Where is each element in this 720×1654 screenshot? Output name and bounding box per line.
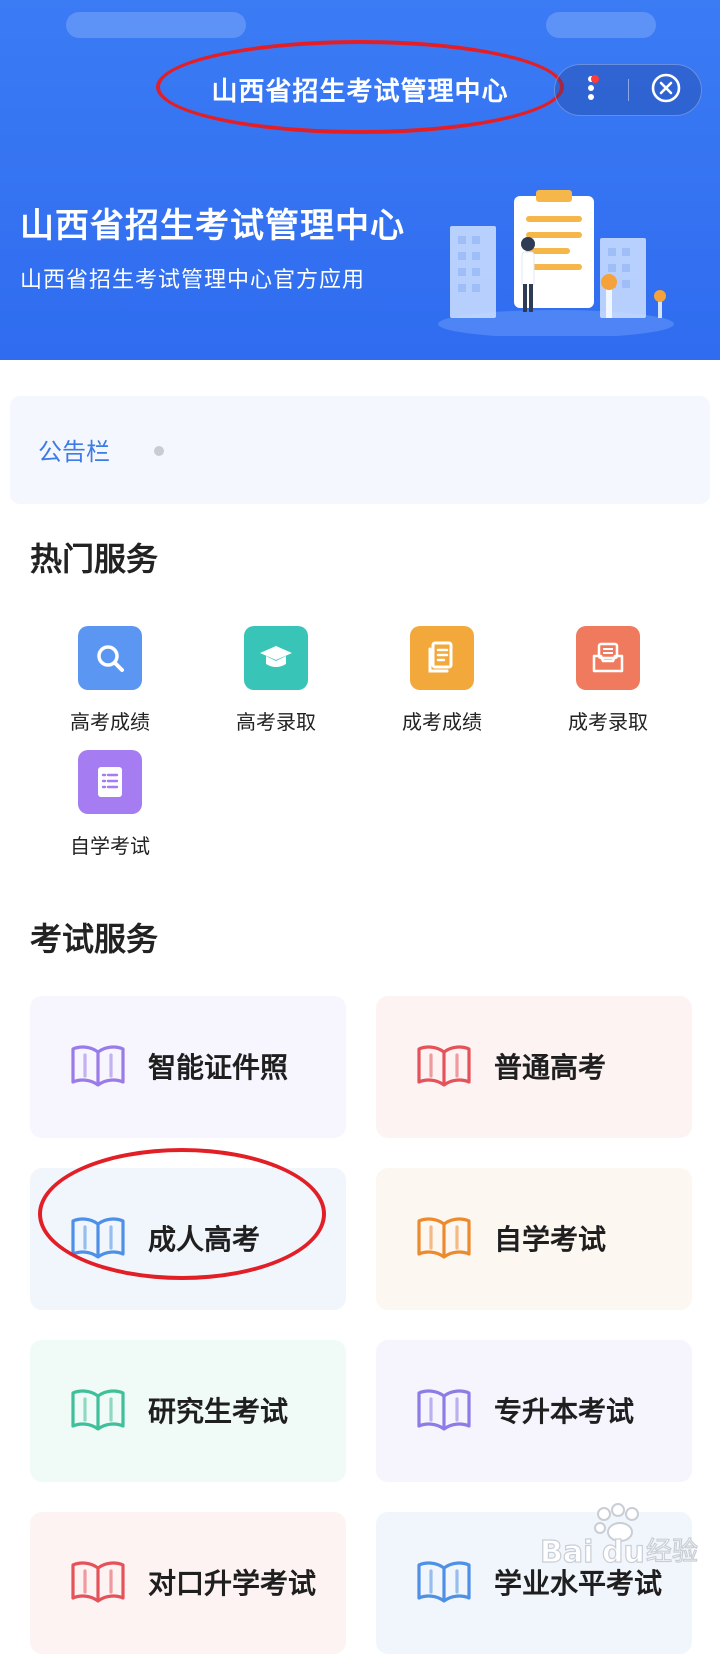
close-circle-icon — [650, 72, 682, 108]
hot-service-gaokao-admission[interactable]: 高考录取 — [206, 626, 346, 735]
hot-service-self-study-exam[interactable]: 自学考试 — [40, 750, 180, 859]
exam-card-label: 研究生考试 — [148, 1395, 289, 1428]
book-icon — [68, 1040, 128, 1094]
hot-service-label: 高考录取 — [236, 710, 316, 734]
exam-card-label: 自学考试 — [494, 1223, 607, 1256]
exam-card-label: 成人高考 — [148, 1223, 261, 1256]
baidu-jingyan-watermark: Bai du 经验 — [538, 1500, 714, 1580]
exam-card-vocational-exam[interactable]: 对口升学考试 — [30, 1512, 346, 1654]
hot-service-label: 成考录取 — [568, 710, 648, 734]
close-button[interactable] — [631, 65, 701, 115]
book-icon — [414, 1040, 474, 1094]
hot-service-chengkao-score[interactable]: 成考成绩 — [372, 626, 512, 735]
exam-card-label: 普通高考 — [494, 1051, 607, 1084]
miniapp-capsule — [554, 64, 702, 116]
exam-card-label: 智能证件照 — [148, 1051, 289, 1084]
status-bar — [0, 0, 720, 48]
hot-service-label: 高考成绩 — [70, 710, 150, 734]
svg-text:经验: 经验 — [646, 1537, 698, 1567]
status-bar-carrier-blurred — [66, 12, 246, 38]
hot-service-chengkao-admission[interactable]: 成考录取 — [538, 626, 678, 735]
graduation-cap-icon — [244, 626, 308, 690]
status-bar-indicators-blurred — [546, 12, 656, 38]
exam-card-upgrade-exam[interactable]: 专升本考试 — [376, 1340, 692, 1482]
hot-services-title: 热门服务 — [30, 540, 159, 578]
book-icon — [414, 1212, 474, 1266]
search-icon — [78, 626, 142, 690]
book-icon — [68, 1556, 128, 1610]
banner-illustration — [436, 186, 676, 340]
banner-title: 山西省招生考试管理中心 — [20, 206, 405, 246]
more-button[interactable] — [555, 65, 627, 115]
notice-indicator-dot — [154, 446, 164, 456]
exam-card-gaokao[interactable]: 普通高考 — [376, 996, 692, 1138]
notice-board-label: 公告栏 — [38, 438, 110, 466]
exam-card-adult-gaokao[interactable]: 成人高考 — [30, 1168, 346, 1310]
hot-service-gaokao-score[interactable]: 高考成绩 — [40, 626, 180, 735]
notification-dot — [591, 75, 599, 83]
hot-service-label: 自学考试 — [70, 834, 150, 858]
svg-text:du: du — [602, 1535, 645, 1570]
document-icon — [410, 626, 474, 690]
book-icon — [68, 1212, 128, 1266]
svg-text:Bai: Bai — [540, 1535, 593, 1570]
book-icon — [414, 1556, 474, 1610]
miniapp-title: 山西省招生考试管理中心 — [211, 77, 509, 107]
inbox-icon — [576, 626, 640, 690]
checklist-icon — [78, 750, 142, 814]
book-icon — [414, 1384, 474, 1438]
exam-card-label: 对口升学考试 — [148, 1567, 317, 1600]
capsule-divider — [628, 79, 629, 101]
notice-board[interactable]: 公告栏 — [10, 396, 710, 504]
exam-card-self-study-exam[interactable]: 自学考试 — [376, 1168, 692, 1310]
exam-card-label: 专升本考试 — [494, 1395, 635, 1428]
header-banner: 山西省招生考试管理中心 山西省招生考试管理中心 山西省招生考试管理中心官方应用 — [0, 0, 720, 360]
exam-card-smart-id-photo[interactable]: 智能证件照 — [30, 996, 346, 1138]
book-icon — [68, 1384, 128, 1438]
hot-service-label: 成考成绩 — [402, 710, 482, 734]
banner-subtitle: 山西省招生考试管理中心官方应用 — [20, 268, 366, 293]
exam-card-graduate-exam[interactable]: 研究生考试 — [30, 1340, 346, 1482]
exam-services-title: 考试服务 — [30, 920, 159, 958]
